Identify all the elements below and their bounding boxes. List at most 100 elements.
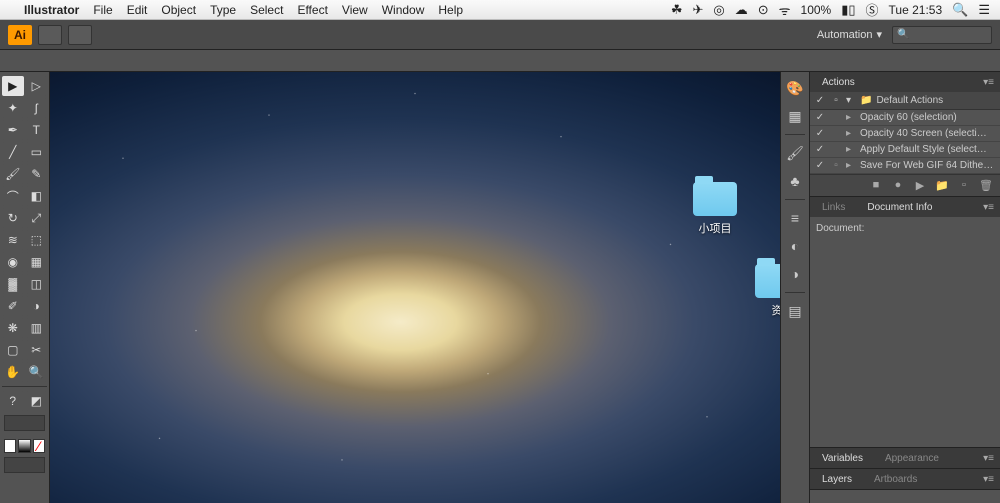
bridge-button[interactable]	[38, 25, 62, 45]
type-tool[interactable]: T	[26, 120, 48, 140]
magic-wand-tool[interactable]: ✦	[2, 98, 24, 118]
illustrator-logo[interactable]: Ai	[8, 25, 32, 45]
menu-view[interactable]: View	[342, 3, 368, 17]
status-icon-5[interactable]: ⊙	[758, 2, 769, 18]
desktop-folder-2[interactable]: 资	[752, 264, 780, 318]
zoom-tool[interactable]: 🔍	[26, 362, 48, 382]
swatches-panel-icon[interactable]: ▦	[785, 106, 805, 126]
status-icon-1[interactable]: ☘	[671, 2, 683, 18]
tab-appearance[interactable]: Appearance	[879, 450, 945, 467]
column-graph-tool[interactable]: ▥	[26, 318, 48, 338]
actions-panel: Actions ▾≡ ✓ ▫ ▾ 📁 Default Actions ✓▸Opa…	[810, 72, 1000, 197]
direct-selection-tool[interactable]: ▷	[26, 76, 48, 96]
status-icon-s[interactable]: Ⓢ	[866, 0, 879, 19]
blob-brush-tool[interactable]: ⌒	[2, 186, 24, 206]
perspective-grid-tool[interactable]: ▦	[26, 252, 48, 272]
gradient-tool[interactable]: ◫	[26, 274, 48, 294]
pencil-tool[interactable]: ✎	[26, 164, 48, 184]
status-icon-2[interactable]: ✈	[692, 2, 703, 18]
color-mode-swatch[interactable]	[4, 439, 16, 453]
tab-links[interactable]: Links	[816, 199, 851, 216]
lasso-tool[interactable]: ʃ	[26, 98, 48, 118]
menu-window[interactable]: Window	[382, 3, 425, 17]
desktop-folder-1[interactable]: 小项目	[690, 182, 740, 236]
actions-set-row[interactable]: ✓ ▫ ▾ 📁 Default Actions	[810, 92, 1000, 110]
eraser-tool[interactable]: ◧	[26, 186, 48, 206]
clock[interactable]: Tue 21:53	[889, 3, 943, 17]
blend-tool[interactable]: ◑	[26, 296, 48, 316]
menu-extras-icon[interactable]: ☰	[978, 2, 990, 18]
line-tool[interactable]: ╱	[2, 142, 24, 162]
panel-menu-icon[interactable]: ▾≡	[983, 474, 1000, 485]
wifi-icon[interactable]: ᯤ	[779, 1, 791, 19]
menu-help[interactable]: Help	[438, 3, 463, 17]
modal-icon[interactable]: ▫	[830, 95, 842, 106]
tab-document-info[interactable]: Document Info	[861, 199, 938, 216]
shape-builder-tool[interactable]: ◉	[2, 252, 24, 272]
align-panel-icon[interactable]: ▤	[785, 301, 805, 321]
unknown-tool[interactable]: ?	[2, 391, 24, 411]
color-panel-icon[interactable]: 🎨	[785, 78, 805, 98]
symbol-sprayer-tool[interactable]: ❋	[2, 318, 24, 338]
selection-tool[interactable]: ▶	[2, 76, 24, 96]
panel-menu-icon[interactable]: ▾≡	[983, 202, 1000, 213]
menu-edit[interactable]: Edit	[127, 3, 148, 17]
action-row[interactable]: ✓▸Opacity 60 (selection)	[810, 110, 1000, 126]
tab-variables[interactable]: Variables	[816, 450, 869, 467]
menu-select[interactable]: Select	[250, 3, 283, 17]
slice-tool[interactable]: ✂	[26, 340, 48, 360]
tab-artboards[interactable]: Artboards	[868, 471, 923, 488]
width-tool[interactable]: ≋	[2, 230, 24, 250]
eyedropper-tool[interactable]: ✐	[2, 296, 24, 316]
scale-tool[interactable]: ⤢	[26, 208, 48, 228]
chevron-down-icon: ▾	[876, 28, 882, 41]
workspace: ▶▷ ✦ʃ ✒T ╱▭ 🖌✎ ⌒◧ ↻⤢ ≋⬚ ◉▦ ▓◫ ✐◑ ❋▥ ▢✂ ✋…	[0, 72, 1000, 503]
illustrator-app-bar: Ai Automation▾ 🔍	[0, 20, 1000, 50]
panel-menu-icon[interactable]: ▾≡	[983, 453, 1000, 464]
mesh-tool[interactable]: ▓	[2, 274, 24, 294]
check-icon[interactable]: ✓	[814, 95, 826, 106]
screen-mode-button[interactable]	[4, 457, 45, 473]
search-field[interactable]: 🔍	[892, 26, 992, 44]
brushes-panel-icon[interactable]: 🖌	[785, 143, 805, 163]
action-row[interactable]: ✓▸Apply Default Style (select…	[810, 142, 1000, 158]
action-row[interactable]: ✓▫▸Save For Web GIF 64 Dithe…	[810, 158, 1000, 174]
free-transform-tool[interactable]: ⬚	[26, 230, 48, 250]
search-icon[interactable]: 🔍	[952, 2, 968, 18]
rectangle-tool[interactable]: ▭	[26, 142, 48, 162]
app-name[interactable]: Illustrator	[24, 3, 79, 17]
workspace-switcher[interactable]: Automation▾	[807, 24, 892, 45]
menu-object[interactable]: Object	[161, 3, 196, 17]
tab-actions[interactable]: Actions	[816, 74, 861, 91]
record-button[interactable]: ●	[890, 179, 906, 193]
fill-stroke-toggle[interactable]: ◩	[26, 391, 48, 411]
none-mode-swatch[interactable]: ⁄	[33, 439, 45, 453]
new-action-button[interactable]: ▫	[956, 179, 972, 193]
gradient-mode-swatch[interactable]	[18, 439, 30, 453]
hand-tool[interactable]: ✋	[2, 362, 24, 382]
transparency-panel-icon[interactable]: ◑	[785, 264, 805, 284]
menu-file[interactable]: File	[93, 3, 112, 17]
gradient-panel-icon[interactable]: ◐	[785, 236, 805, 256]
pen-tool[interactable]: ✒	[2, 120, 24, 140]
fill-stroke-swatch[interactable]	[4, 415, 45, 431]
status-icon-4[interactable]: ☁	[735, 2, 748, 18]
stroke-panel-icon[interactable]: ≡	[785, 208, 805, 228]
rotate-tool[interactable]: ↻	[2, 208, 24, 228]
play-button[interactable]: ▶	[912, 179, 928, 193]
folder-icon	[693, 182, 737, 216]
stop-button[interactable]: ■	[868, 179, 884, 193]
menu-type[interactable]: Type	[210, 3, 236, 17]
new-set-button[interactable]: 📁	[934, 179, 950, 193]
status-icon-3[interactable]: ◎	[713, 2, 724, 18]
action-row[interactable]: ✓▸Opacity 40 Screen (selecti…	[810, 126, 1000, 142]
chevron-down-icon[interactable]: ▾	[846, 95, 856, 106]
arrange-docs-button[interactable]	[68, 25, 92, 45]
symbols-panel-icon[interactable]: ♣	[785, 171, 805, 191]
delete-button[interactable]: 🗑	[978, 179, 994, 193]
panel-menu-icon[interactable]: ▾≡	[983, 77, 1000, 88]
tab-layers[interactable]: Layers	[816, 471, 858, 488]
paintbrush-tool[interactable]: 🖌	[2, 164, 24, 184]
menu-effect[interactable]: Effect	[297, 3, 327, 17]
artboard-tool[interactable]: ▢	[2, 340, 24, 360]
